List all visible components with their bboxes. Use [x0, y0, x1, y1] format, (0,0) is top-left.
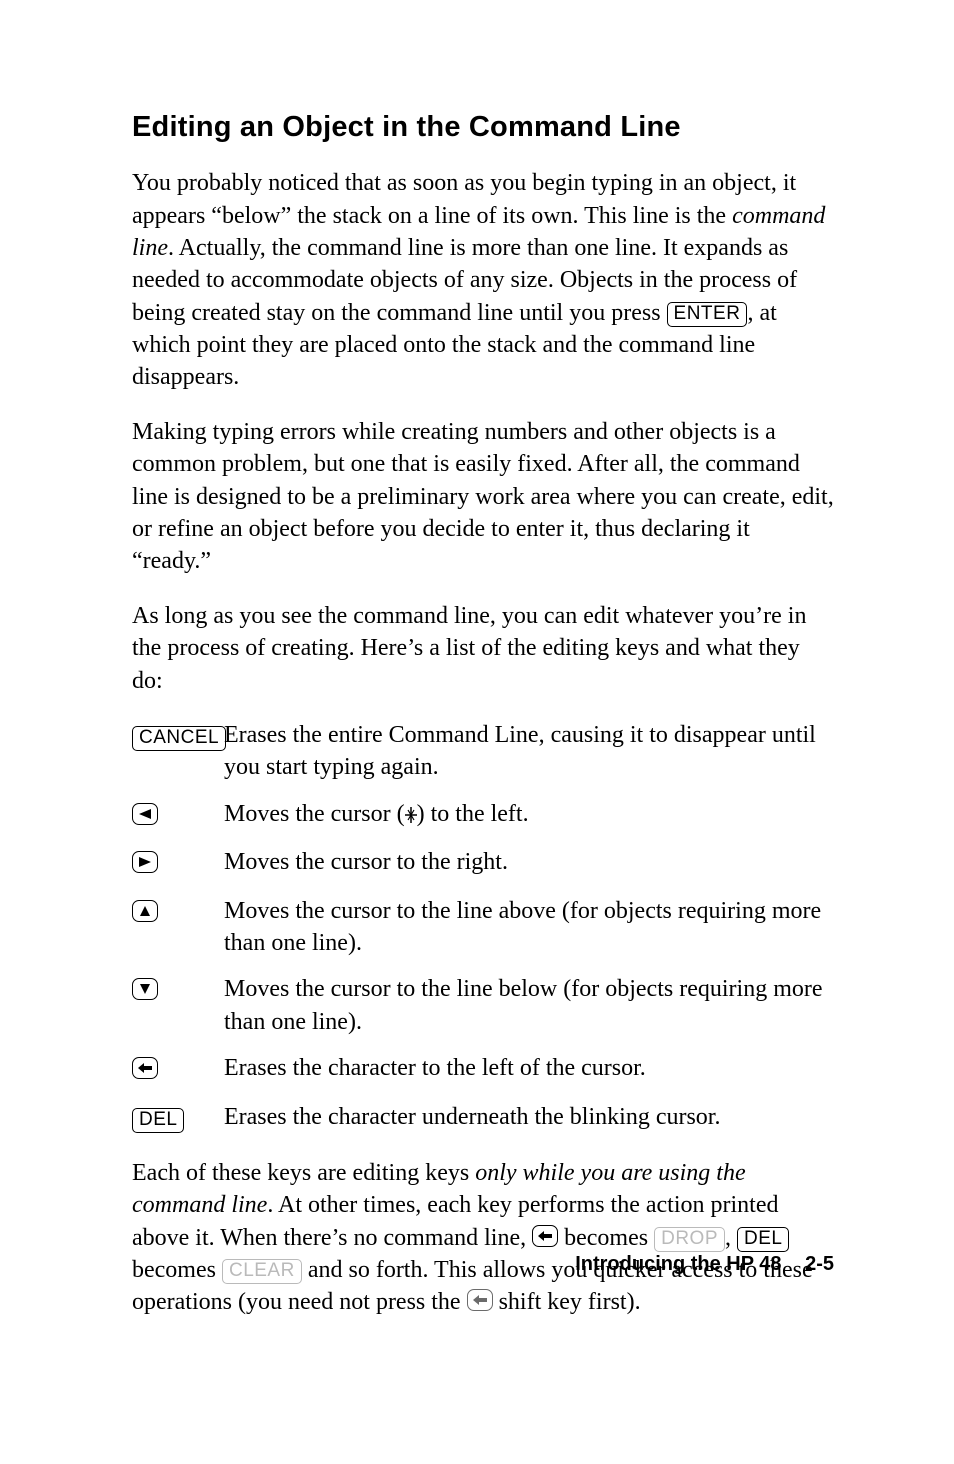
key-col	[132, 973, 224, 1007]
text: ) to the left.	[417, 801, 529, 827]
arrow-down-icon	[139, 983, 151, 995]
cursor-crosshair-icon	[405, 807, 417, 823]
clear-key: CLEAR	[222, 1259, 302, 1284]
text: becomes	[558, 1225, 654, 1251]
backspace-key	[132, 1057, 158, 1079]
footer-text: Introducing the HP 48	[575, 1253, 781, 1275]
arrow-left-icon	[138, 808, 152, 820]
backspace-icon	[537, 1230, 553, 1242]
del-key-inline: DEL	[737, 1227, 789, 1252]
paragraph-2: Making typing errors while creating numb…	[132, 416, 834, 578]
backspace-key-inline	[532, 1225, 558, 1247]
key-col	[132, 1052, 224, 1086]
section-heading: Editing an Object in the Command Line	[132, 108, 834, 147]
text: You probably noticed that as soon as you…	[132, 170, 796, 228]
arrow-up-key	[132, 900, 158, 922]
key-col	[132, 798, 224, 832]
key-col	[132, 895, 224, 929]
key-row-right: Moves the cursor to the right.	[132, 846, 834, 880]
page-footer: Introducing the HP 48 2-5	[575, 1251, 834, 1278]
key-list: CANCEL Erases the entire Command Line, c…	[132, 719, 834, 1135]
shift-key	[467, 1289, 493, 1311]
key-col: DEL	[132, 1101, 224, 1135]
backspace-icon	[137, 1062, 153, 1074]
key-row-down: Moves the cursor to the line below (for …	[132, 973, 834, 1038]
desc-col: Moves the cursor to the line above (for …	[224, 895, 834, 960]
drop-key: DROP	[654, 1227, 725, 1252]
cancel-key: CANCEL	[132, 726, 226, 751]
key-row-up: Moves the cursor to the line above (for …	[132, 895, 834, 960]
desc-col: Erases the character to the left of the …	[224, 1052, 834, 1084]
text: Moves the cursor (	[224, 801, 405, 827]
text: becomes	[132, 1257, 222, 1283]
desc-col: Moves the cursor to the right.	[224, 846, 834, 878]
text: shift key first).	[493, 1289, 641, 1315]
desc-col: Moves the cursor ( ) to the left.	[224, 798, 834, 830]
key-row-left: Moves the cursor ( ) to the left.	[132, 798, 834, 832]
key-col: CANCEL	[132, 719, 224, 753]
key-row-cancel: CANCEL Erases the entire Command Line, c…	[132, 719, 834, 784]
desc-col: Erases the entire Command Line, causing …	[224, 719, 834, 784]
paragraph-3: As long as you see the command line, you…	[132, 600, 834, 697]
desc-col: Erases the character underneath the blin…	[224, 1101, 834, 1133]
paragraph-4: Each of these keys are editing keys only…	[132, 1157, 834, 1319]
arrow-right-icon	[138, 856, 152, 868]
text: Each of these keys are editing keys	[132, 1160, 475, 1186]
enter-key: ENTER	[667, 302, 748, 327]
del-key: DEL	[132, 1108, 184, 1133]
page-number: 2-5	[805, 1253, 834, 1275]
key-row-del: DEL Erases the character underneath the …	[132, 1101, 834, 1135]
arrow-down-key	[132, 978, 158, 1000]
key-col	[132, 846, 224, 880]
paragraph-1: You probably noticed that as soon as you…	[132, 167, 834, 394]
page: Editing an Object in the Command Line Yo…	[0, 0, 954, 1464]
arrow-right-key	[132, 851, 158, 873]
shift-arrow-icon	[472, 1294, 488, 1306]
arrow-left-key	[132, 803, 158, 825]
desc-col: Moves the cursor to the line below (for …	[224, 973, 834, 1038]
key-row-backspace: Erases the character to the left of the …	[132, 1052, 834, 1086]
text: ,	[725, 1225, 737, 1251]
arrow-up-icon	[139, 905, 151, 917]
